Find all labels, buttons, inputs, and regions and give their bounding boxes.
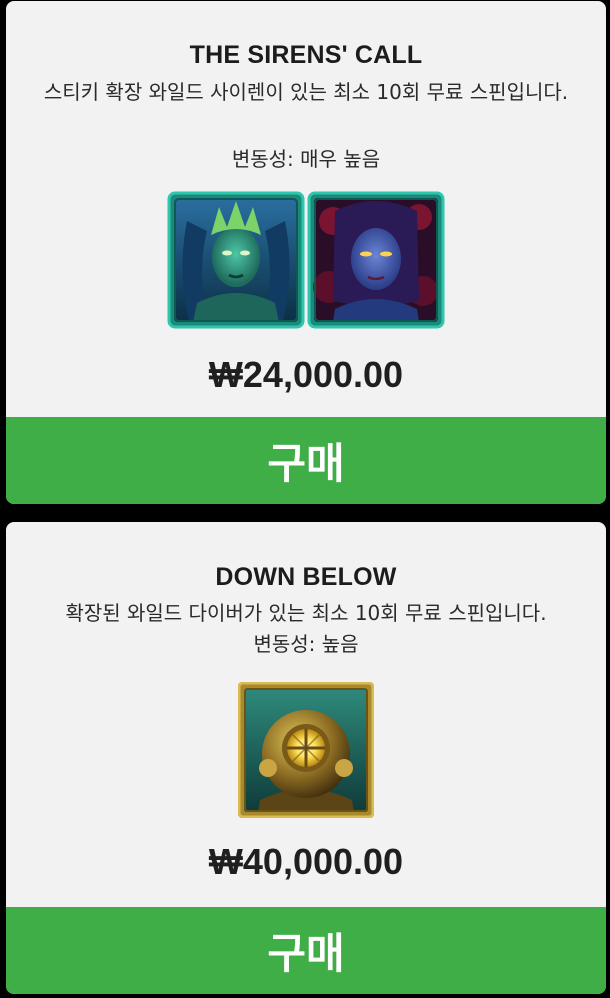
offer-symbols xyxy=(6,191,606,329)
offer-title: THE SIRENS' CALL xyxy=(189,41,423,69)
bonus-offer-card: THE SIRENS' CALL 스티키 확장 와일드 사이렌이 있는 최소 1… xyxy=(6,1,606,504)
buy-button[interactable]: 구매 xyxy=(6,907,606,994)
bonus-offer-card: DOWN BELOW 확장된 와일드 다이버가 있는 최소 10회 무료 스핀입… xyxy=(6,522,606,994)
offer-description: 스티키 확장 와일드 사이렌이 있는 최소 10회 무료 스핀입니다. xyxy=(43,80,569,104)
diver-helmet-symbol-icon xyxy=(238,682,374,818)
offer-description: 확장된 와일드 다이버가 있는 최소 10회 무료 스핀입니다. xyxy=(65,601,547,625)
offer-volatility: 변동성: 높음 xyxy=(253,632,359,656)
offer-price: ₩40,000.00 xyxy=(208,841,404,882)
offer-title: DOWN BELOW xyxy=(215,563,397,591)
blue-siren-symbol-icon xyxy=(307,191,445,329)
offer-volatility: 변동성: 매우 높음 xyxy=(231,147,381,171)
offer-symbols xyxy=(6,682,606,818)
green-siren-symbol-icon xyxy=(167,191,305,329)
buy-button[interactable]: 구매 xyxy=(6,417,606,504)
offer-price: ₩24,000.00 xyxy=(208,354,404,395)
